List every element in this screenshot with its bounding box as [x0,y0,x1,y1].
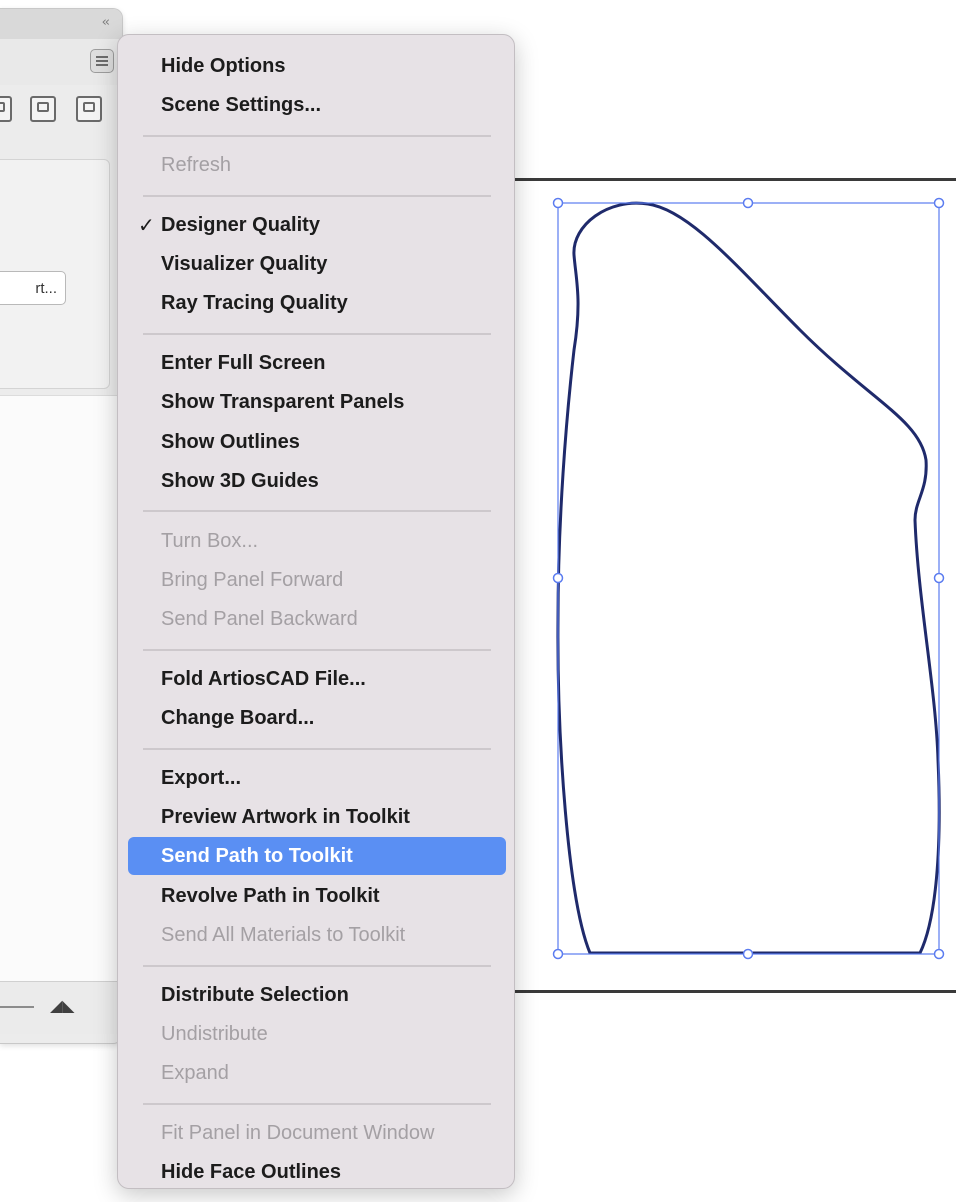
menu-item-label: Show Outlines [161,431,300,453]
menu-item-label: Designer Quality [161,214,320,236]
menu-item-label: Hide Face Outlines [161,1161,342,1183]
menu-item-label: Refresh [161,154,232,176]
menu-item-label: Fold ArtiosCAD File... [161,668,366,690]
menu-item-label: Ray Tracing Quality [161,292,348,314]
menu-item-label: Export... [161,767,242,789]
menu-item-label: Send Panel Backward [161,608,358,630]
menu-separator [143,195,491,197]
menu-separator [143,649,491,651]
selection-handle[interactable] [933,197,945,209]
menu-item-ray-tracing-quality[interactable]: Ray Tracing Quality [128,284,506,322]
export-icon[interactable] [76,96,102,122]
menu-item-label: Scene Settings... [161,94,322,116]
selection-handle[interactable] [933,572,945,584]
menu-item-fit-panel-in-document-window: Fit Panel in Document Window [128,1114,506,1152]
artboard-bottom-edge [512,990,956,993]
menu-item-send-all-materials-to-toolkit: Send All Materials to Toolkit [128,916,506,954]
view-icon[interactable] [0,96,12,122]
menu-item-expand: Expand [128,1054,506,1092]
menu-item-scene-settings[interactable]: Scene Settings... [128,86,506,124]
menu-item-label: Enter Full Screen [161,352,326,374]
menu-item-label: Change Board... [161,707,315,729]
panel-slider-row: ◢◣ [0,981,122,1034]
selection-handle[interactable] [552,572,564,584]
panel-tab-row [0,39,122,86]
menu-item-enter-full-screen[interactable]: Enter Full Screen [128,344,506,382]
menu-item-bring-panel-forward: Bring Panel Forward [128,561,506,599]
panel-button[interactable]: rt... [0,271,66,305]
menu-separator [143,1103,491,1105]
artboard-top-edge [512,178,956,181]
menu-item-revolve-path-in-toolkit[interactable]: Revolve Path in Toolkit [128,877,506,915]
selection-handle[interactable] [742,948,754,960]
left-panel: ‹‹ rt... ◢◣ [0,8,123,1044]
menu-item-label: Revolve Path in Toolkit [161,885,380,907]
menu-item-label: Fit Panel in Document Window [161,1122,435,1144]
menu-item-label: Visualizer Quality [161,253,328,275]
menu-item-change-board[interactable]: Change Board... [128,699,506,737]
menu-item-hide-options[interactable]: Hide Options [128,47,506,85]
selection-handle[interactable] [552,197,564,209]
panel-toolbar [0,85,122,137]
panel-title-bar: ‹‹ [0,9,122,40]
menu-item-label: Distribute Selection [161,984,349,1006]
menu-item-label: Preview Artwork in Toolkit [161,806,410,828]
menu-item-label: Send Path to Toolkit [161,845,353,867]
menu-item-label: Undistribute [161,1023,268,1045]
selection-handle[interactable] [933,948,945,960]
menu-item-label: Hide Options [161,55,286,77]
menu-item-undistribute: Undistribute [128,1015,506,1053]
menu-item-label: Bring Panel Forward [161,569,344,591]
menu-item-label: Show 3D Guides [161,470,319,492]
menu-item-hide-face-outlines[interactable]: Hide Face Outlines [128,1153,506,1191]
selection-handle[interactable] [552,948,564,960]
menu-separator [143,748,491,750]
menu-item-show-transparent-panels[interactable]: Show Transparent Panels [128,383,506,421]
bottle-outline-path[interactable] [556,201,941,955]
display-icon[interactable] [30,96,56,122]
panel-menu-icon[interactable] [90,49,114,73]
collapse-icon[interactable]: ‹‹ [102,15,111,30]
selected-path-artwork[interactable] [545,190,950,965]
menu-item-distribute-selection[interactable]: Distribute Selection [128,976,506,1014]
menu-item-fold-artioscad-file[interactable]: Fold ArtiosCAD File... [128,660,506,698]
menu-item-visualizer-quality[interactable]: Visualizer Quality [128,245,506,283]
menu-separator [143,510,491,512]
menu-item-label: Expand [161,1062,229,1084]
menu-separator [143,965,491,967]
menu-item-show-outlines[interactable]: Show Outlines [128,423,506,461]
zoom-slider[interactable] [0,1006,34,1008]
menu-item-label: Show Transparent Panels [161,391,405,413]
menu-item-show-3d-guides[interactable]: Show 3D Guides [128,462,506,500]
menu-separator [143,135,491,137]
menu-item-export[interactable]: Export... [128,759,506,797]
menu-item-label: Turn Box... [161,530,259,552]
menu-item-turn-box: Turn Box... [128,522,506,560]
menu-item-refresh: Refresh [128,146,506,184]
menu-item-designer-quality[interactable]: ✓ Designer Quality [128,206,506,244]
selection-handle[interactable] [742,197,754,209]
panel-preview-area [0,395,122,982]
checkmark-icon: ✓ [138,213,155,237]
context-menu: Hide Options Scene Settings... Refresh ✓ Des… [117,34,515,1189]
menu-item-label: Send All Materials to Toolkit [161,924,406,946]
menu-item-preview-artwork-in-toolkit[interactable]: Preview Artwork in Toolkit [128,798,506,836]
menu-separator [143,333,491,335]
selection-bounding-box [557,202,940,955]
menu-item-send-path-to-toolkit[interactable]: Send Path to Toolkit [128,837,506,875]
mountain-icon[interactable]: ◢◣ [50,996,75,1015]
menu-item-send-panel-backward: Send Panel Backward [128,600,506,638]
